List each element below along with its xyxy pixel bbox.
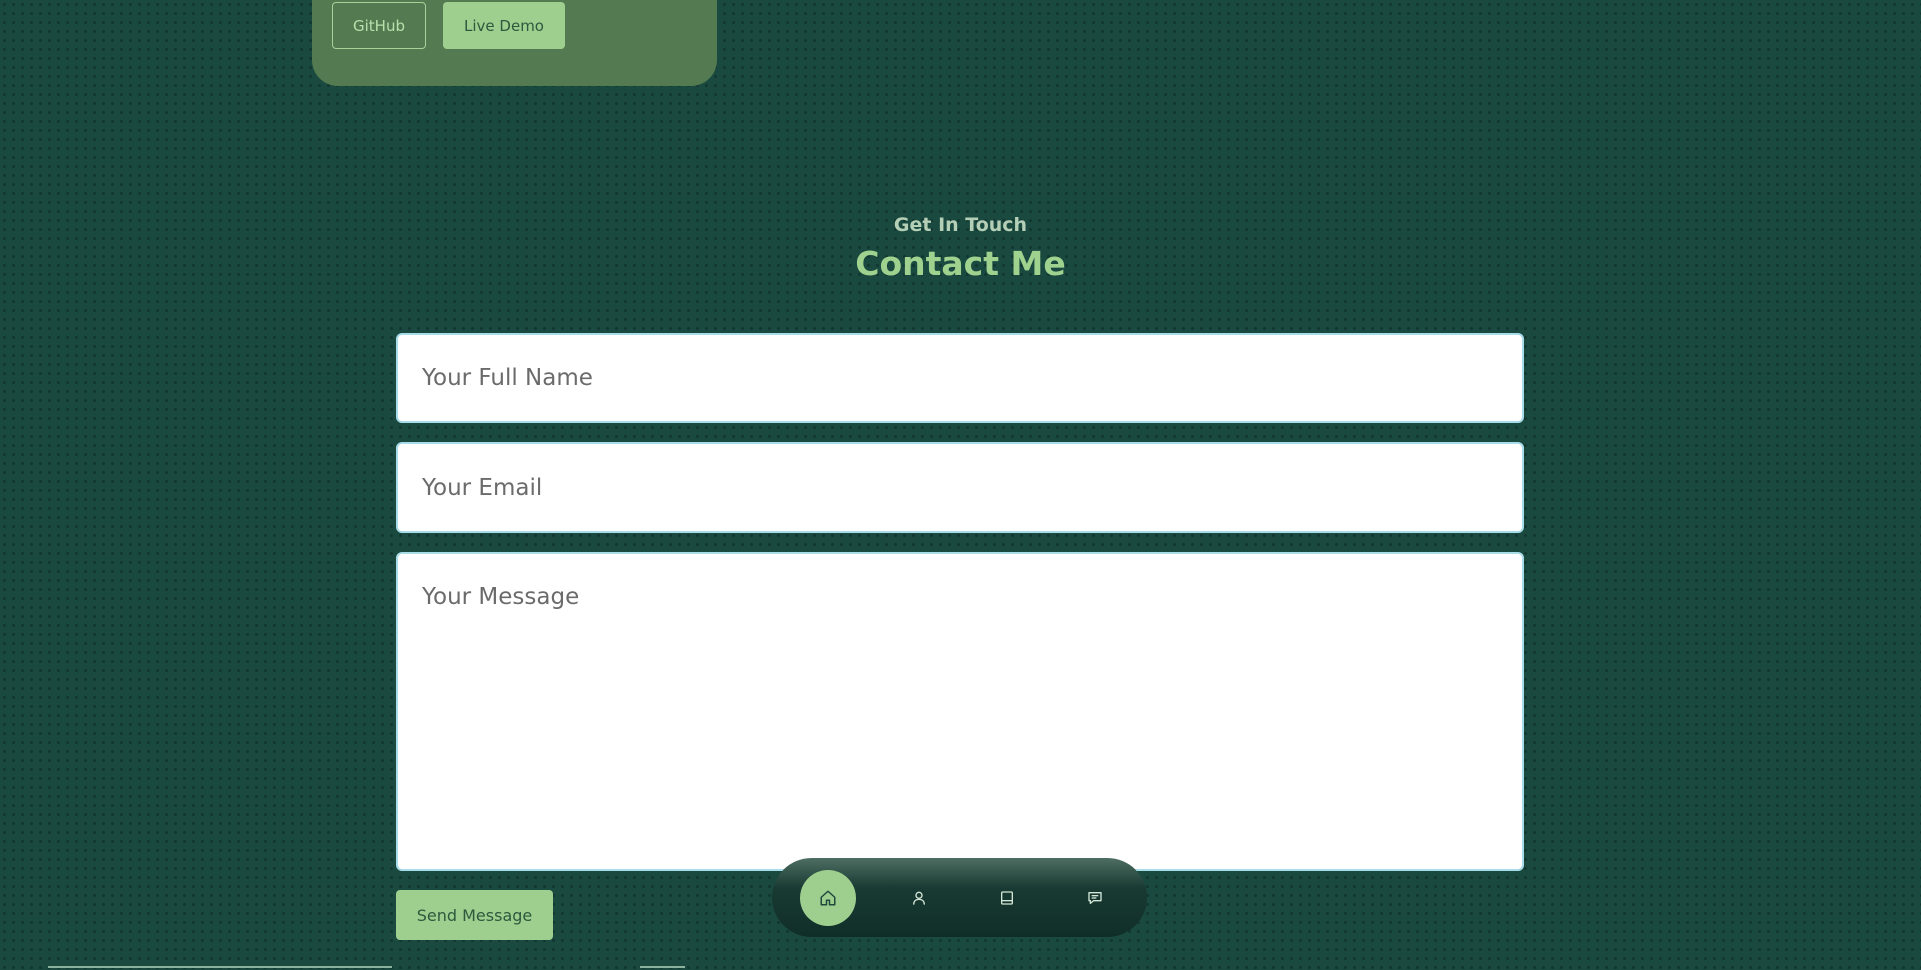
bottom-nav-dock — [772, 858, 1147, 937]
scroll-indicator — [48, 966, 392, 968]
name-input[interactable] — [396, 333, 1524, 423]
nav-contact[interactable] — [1070, 873, 1120, 923]
github-button[interactable]: GitHub — [332, 2, 426, 49]
scroll-indicator-secondary — [640, 966, 685, 968]
user-icon — [913, 891, 925, 905]
home-icon — [820, 890, 836, 905]
nav-projects[interactable] — [982, 873, 1032, 923]
message-textarea[interactable] — [396, 552, 1524, 871]
section-subtitle: Get In Touch — [893, 214, 1028, 236]
book-icon — [1001, 890, 1013, 905]
send-message-button[interactable]: Send Message — [396, 890, 553, 940]
nav-home[interactable] — [800, 869, 856, 926]
live-demo-button[interactable]: Live Demo — [443, 2, 565, 49]
email-input[interactable] — [396, 442, 1524, 533]
message-icon — [1088, 891, 1102, 904]
nav-about[interactable] — [894, 873, 944, 923]
section-title: Contact Me — [855, 244, 1066, 283]
